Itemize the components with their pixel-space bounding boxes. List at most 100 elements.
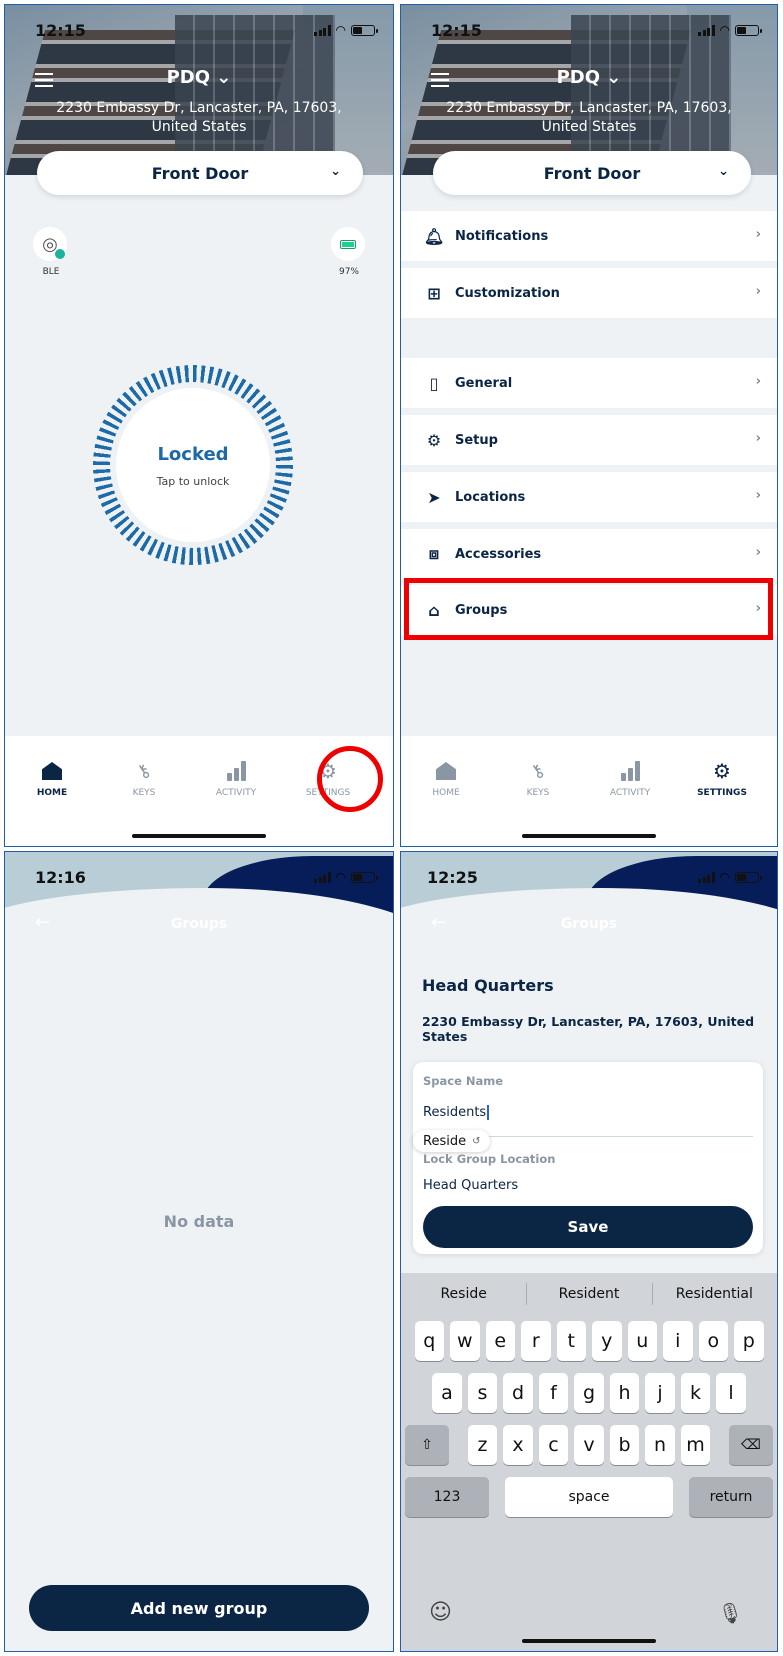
- undo-icon: ↺: [472, 1135, 481, 1147]
- key-v[interactable]: v: [574, 1425, 604, 1465]
- wifi-icon: ◠: [335, 870, 346, 884]
- key-m[interactable]: m: [680, 1425, 711, 1465]
- shift-key[interactable]: ⇧: [405, 1425, 449, 1465]
- lock-hint: Tap to unlock: [156, 475, 230, 488]
- check-badge-icon: [55, 249, 65, 259]
- key-l[interactable]: l: [716, 1373, 746, 1413]
- signal-icon: [314, 24, 331, 36]
- space-name-input[interactable]: Residents: [423, 1105, 489, 1120]
- signal-icon: [698, 871, 715, 883]
- emoji-icon[interactable]: ☺: [429, 1600, 452, 1625]
- space-key[interactable]: space: [505, 1477, 673, 1517]
- key-q[interactable]: q: [414, 1321, 444, 1361]
- property-title[interactable]: PDQ ⌄: [5, 67, 393, 88]
- tab-activity[interactable]: ACTIVITY: [595, 758, 665, 798]
- suggestion-item[interactable]: Resident: [526, 1273, 651, 1315]
- door-selector[interactable]: Front Door ⌄: [37, 151, 363, 195]
- door-selector-label: Front Door: [543, 163, 641, 183]
- settings-item-customization[interactable]: ⊞ Customization ›: [401, 268, 777, 318]
- key-j[interactable]: j: [645, 1373, 675, 1413]
- lock-button[interactable]: Locked Tap to unlock: [116, 388, 270, 542]
- key-b[interactable]: b: [609, 1425, 640, 1465]
- property-title[interactable]: PDQ ⌄: [401, 67, 777, 88]
- chevron-right-icon: ›: [755, 374, 761, 389]
- status-time: 12:16: [35, 868, 86, 887]
- key-t[interactable]: t: [556, 1321, 586, 1361]
- key-d[interactable]: d: [503, 1373, 533, 1413]
- grid-plus-icon: ⊞: [427, 283, 441, 303]
- home-icon: [436, 762, 456, 780]
- battery-level-icon: [340, 239, 356, 249]
- space-name-label: Space Name: [423, 1074, 504, 1088]
- key-h[interactable]: h: [609, 1373, 640, 1413]
- lock-group-location-value[interactable]: Head Quarters: [423, 1178, 518, 1193]
- tab-home[interactable]: HOME: [411, 758, 481, 798]
- settings-item-accessories[interactable]: ⧈ Accessories ›: [401, 529, 777, 579]
- key-icon: ⚷: [526, 758, 550, 784]
- suggestion-bar: Reside Resident Residential: [401, 1273, 777, 1315]
- tab-activity[interactable]: ACTIVITY: [201, 758, 271, 798]
- return-key[interactable]: return: [689, 1477, 773, 1517]
- key-o[interactable]: o: [698, 1321, 728, 1361]
- key-w[interactable]: w: [450, 1321, 480, 1361]
- activity-icon: [620, 761, 640, 781]
- page-title: Groups: [560, 916, 618, 932]
- battery-icon: [351, 871, 378, 883]
- key-s[interactable]: s: [467, 1373, 498, 1413]
- status-time: 12:25: [427, 868, 478, 887]
- ble-status[interactable]: ◎ BLE: [33, 227, 69, 277]
- key-a[interactable]: a: [432, 1373, 462, 1413]
- add-new-group-button[interactable]: Add new group: [29, 1585, 369, 1631]
- key-n[interactable]: n: [645, 1425, 675, 1465]
- lock-state: Locked: [157, 444, 229, 465]
- key-c[interactable]: c: [538, 1425, 569, 1465]
- status-time: 12:15: [35, 21, 86, 40]
- battery-status[interactable]: 97%: [331, 227, 367, 277]
- tab-keys[interactable]: ⚷ KEYS: [109, 758, 179, 798]
- tab-settings[interactable]: ⚙ SETTINGS: [687, 758, 757, 798]
- key-k[interactable]: k: [680, 1373, 711, 1413]
- chevron-right-icon: ›: [755, 545, 761, 560]
- key-u[interactable]: u: [627, 1321, 657, 1361]
- key-i[interactable]: i: [663, 1321, 693, 1361]
- backspace-key[interactable]: ⌫: [729, 1425, 773, 1465]
- location-name: Head Quarters: [422, 976, 554, 995]
- group-form-card: Space Name Residents Reside ↺ Lock Group …: [413, 1062, 763, 1254]
- settings-item-setup[interactable]: ⚙ Setup ›: [401, 415, 777, 465]
- key-r[interactable]: r: [521, 1321, 551, 1361]
- microphone-icon[interactable]: 🎙︎: [718, 1601, 743, 1625]
- door-selector-label: Front Door: [151, 163, 249, 183]
- tab-home[interactable]: HOME: [17, 758, 87, 798]
- chevron-down-icon: ⌄: [718, 164, 729, 179]
- wifi-icon: ◠: [719, 23, 730, 37]
- key-z[interactable]: z: [467, 1425, 498, 1465]
- key-e[interactable]: e: [485, 1321, 515, 1361]
- signal-icon: [314, 871, 331, 883]
- suggestion-item[interactable]: Reside: [401, 1273, 526, 1315]
- key-y[interactable]: y: [592, 1321, 622, 1361]
- key-f[interactable]: f: [538, 1373, 569, 1413]
- settings-item-notifications[interactable]: 🔔︎ Notifications ›: [401, 211, 777, 261]
- door-selector[interactable]: Front Door ⌄: [433, 151, 751, 195]
- numbers-key[interactable]: 123: [405, 1477, 489, 1517]
- battery-icon: [735, 871, 762, 883]
- lock-group-location-label: Lock Group Location: [423, 1152, 556, 1166]
- empty-state-text: No data: [163, 1212, 235, 1231]
- property-address: 2230 Embassy Dr, Lancaster, PA, 17603, U…: [56, 100, 342, 135]
- keyboard-row-3: ⇧ zxcvbnm ⌫: [401, 1425, 777, 1465]
- settings-item-general[interactable]: ▯ General ›: [401, 358, 777, 408]
- home-screen: PDQ ⌄ 2230 Embassy Dr, Lancaster, PA, 17…: [4, 4, 394, 847]
- save-button[interactable]: Save: [423, 1206, 753, 1248]
- key-x[interactable]: x: [503, 1425, 533, 1465]
- text-caret: [487, 1105, 489, 1120]
- key-g[interactable]: g: [574, 1373, 604, 1413]
- chevron-down-icon: ⌄: [330, 164, 341, 179]
- tab-keys[interactable]: ⚷ KEYS: [503, 758, 573, 798]
- settings-item-locations[interactable]: ➤ Locations ›: [401, 472, 777, 522]
- autocorrect-bubble[interactable]: Reside ↺: [413, 1130, 491, 1152]
- chevron-right-icon: ›: [755, 227, 761, 242]
- gear-icon: ⚙: [713, 759, 731, 783]
- suggestion-item[interactable]: Residential: [651, 1273, 777, 1315]
- key-p[interactable]: p: [734, 1321, 764, 1361]
- home-indicator: [522, 834, 656, 838]
